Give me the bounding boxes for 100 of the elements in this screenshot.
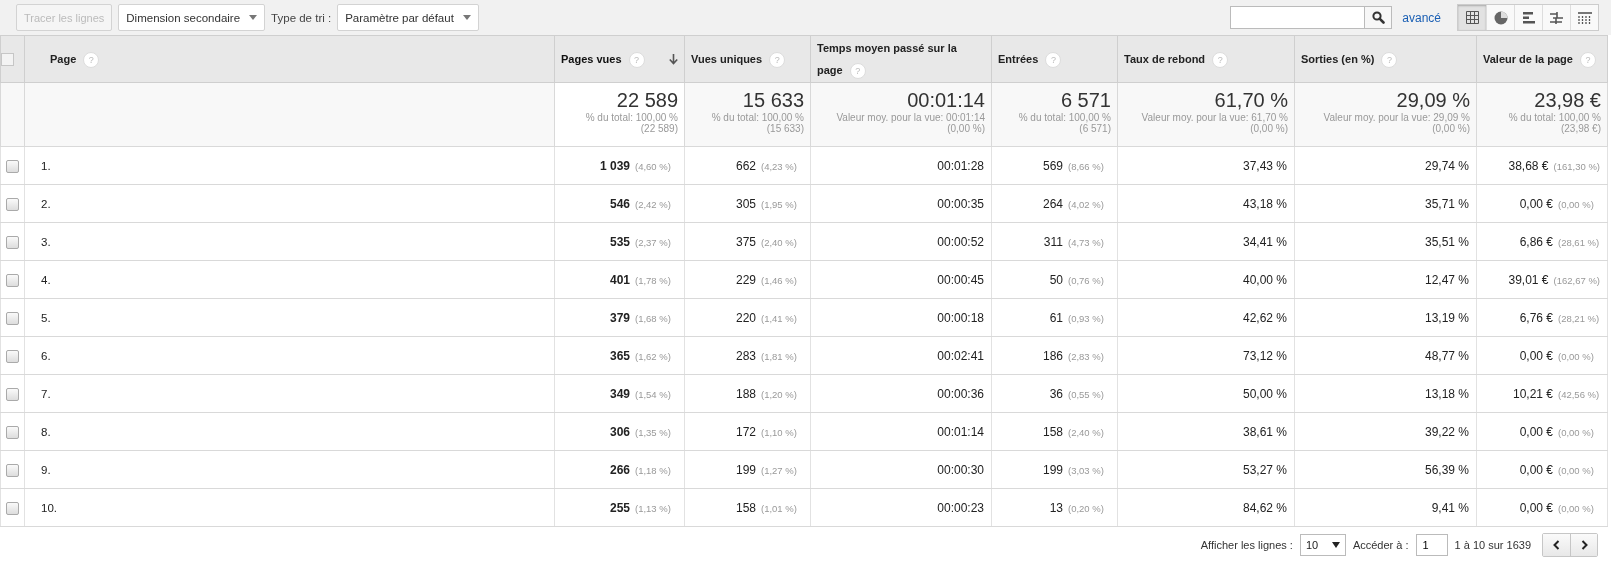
- row-checkbox[interactable]: [6, 349, 19, 363]
- row-number: 10.: [40, 501, 57, 514]
- caret-icon: [462, 15, 471, 20]
- table-cell: 61: [1049, 310, 1063, 325]
- share-percent: (0,00 %): [1558, 502, 1595, 514]
- share-percent: (1,13 %): [635, 502, 672, 514]
- share-percent: (1,27 %): [761, 464, 798, 476]
- total-note: (15 633): [765, 123, 804, 134]
- share-percent: (0,20 %): [1068, 502, 1105, 514]
- table-cell: 546: [609, 196, 630, 211]
- view-button[interactable]: [1570, 5, 1598, 30]
- table-cell: 13,18 %: [1424, 386, 1469, 401]
- table-cell: 306: [609, 424, 630, 439]
- row-checkbox[interactable]: [6, 197, 19, 211]
- table-cell: 401: [609, 272, 630, 287]
- row-checkbox[interactable]: [6, 273, 19, 287]
- share-percent: (0,00 %): [1558, 350, 1595, 362]
- table-cell: 84,62 %: [1242, 500, 1287, 515]
- total-note: Valeur moy. pour la vue: 00:01:14: [835, 112, 985, 123]
- select-all-checkbox[interactable]: [1, 52, 14, 66]
- table-cell: 158: [1042, 424, 1063, 439]
- share-percent: (2,40 %): [1068, 426, 1105, 438]
- secondary-dimension-dropdown[interactable]: Dimension secondaire: [118, 4, 266, 31]
- view-button[interactable]: [1458, 5, 1486, 30]
- share-percent: (28,21 %): [1558, 312, 1600, 324]
- table-cell: 13,19 %: [1424, 310, 1469, 325]
- share-percent: (4,60 %): [635, 160, 672, 172]
- total-note: Valeur moy. pour la vue: 29,09 %: [1322, 112, 1470, 123]
- total-note: (6 571): [1078, 123, 1111, 134]
- share-percent: (1,35 %): [635, 426, 672, 438]
- row-number: 2.: [40, 197, 51, 210]
- table-cell: 42,62 %: [1242, 310, 1287, 325]
- row-checkbox[interactable]: [6, 463, 19, 477]
- grid-icon: [1465, 11, 1479, 24]
- chevron-left-icon: [1553, 540, 1560, 550]
- row-checkbox[interactable]: [6, 387, 19, 401]
- table-cell: 365: [609, 348, 630, 363]
- share-percent: (8,66 %): [1068, 160, 1105, 172]
- row-checkbox[interactable]: [6, 159, 19, 173]
- table-cell: 6,86 €: [1519, 234, 1553, 249]
- search-field[interactable]: [1230, 6, 1365, 29]
- goto-field[interactable]: 1: [1415, 534, 1448, 556]
- table-cell: 53,27 %: [1242, 462, 1287, 477]
- table-cell: 9,41 %: [1431, 500, 1469, 515]
- total-value: 23,98 €: [1533, 89, 1601, 112]
- table-cell: 38,68 €: [1508, 158, 1549, 173]
- total-note: % du total: 100,00 %: [584, 112, 678, 123]
- table-cell: 662: [735, 158, 756, 173]
- previous-button[interactable]: [1543, 534, 1570, 556]
- table-cell: 158: [735, 500, 756, 515]
- total-value: 61,70 %: [1213, 89, 1288, 112]
- view-button[interactable]: [1514, 5, 1542, 30]
- table-cell: 00:00:35: [937, 196, 984, 211]
- share-percent: (28,61 %): [1558, 236, 1600, 248]
- table-cell: 188: [735, 386, 756, 401]
- row-checkbox[interactable]: [6, 501, 19, 515]
- table-cell: 39,22 %: [1424, 424, 1469, 439]
- sort-type-dropdown[interactable]: Paramètre par défaut: [337, 4, 479, 31]
- share-percent: (1,01 %): [761, 502, 798, 514]
- share-percent: (1,78 %): [635, 274, 672, 286]
- table-cell: 50,00 %: [1242, 386, 1287, 401]
- table-cell: 35,71 %: [1424, 196, 1469, 211]
- sort-type-label: Type de tri :: [271, 11, 332, 24]
- table-cell: 73,12 %: [1242, 348, 1287, 363]
- share-percent: (1,10 %): [761, 426, 798, 438]
- row-number: 1.: [40, 159, 51, 172]
- next-button[interactable]: [1570, 534, 1597, 556]
- table-cell: 10,21 €: [1512, 386, 1553, 401]
- search-button[interactable]: [1364, 6, 1393, 29]
- table-cell: 255: [609, 500, 630, 515]
- row-number: 9.: [40, 463, 51, 476]
- view-button[interactable]: [1542, 5, 1570, 30]
- search-icon: [1371, 11, 1385, 24]
- chevron-right-icon: [1580, 540, 1588, 550]
- advanced-link[interactable]: avancé: [1402, 10, 1441, 25]
- table-cell: 229: [735, 272, 756, 287]
- share-percent: (0,93 %): [1068, 312, 1105, 324]
- total-value: 00:01:14: [906, 89, 985, 112]
- table-cell: 00:00:23: [937, 500, 984, 515]
- share-percent: (162,67 %): [1553, 274, 1600, 286]
- bar-chart-icon: [1522, 11, 1535, 24]
- share-percent: (0,00 %): [1558, 198, 1595, 210]
- table-cell: 535: [609, 234, 630, 249]
- view-button[interactable]: [1486, 5, 1514, 30]
- table-cell: 379: [609, 310, 630, 325]
- rows-dropdown[interactable]: 10: [1299, 534, 1346, 556]
- row-number: 7.: [40, 387, 51, 400]
- table-cell: 1 039: [599, 158, 630, 173]
- sort-arrow-icon[interactable]: [669, 53, 678, 65]
- table-cell: 35,51 %: [1424, 234, 1469, 249]
- table-cell: 264: [1042, 196, 1063, 211]
- share-percent: (1,41 %): [761, 312, 798, 324]
- table-cell: 43,18 %: [1242, 196, 1287, 211]
- row-checkbox[interactable]: [6, 311, 19, 325]
- total-note: % du total: 100,00 %: [710, 112, 804, 123]
- table-cell: 00:01:14: [937, 424, 984, 439]
- row-checkbox[interactable]: [6, 235, 19, 249]
- table-cell: 199: [735, 462, 756, 477]
- share-percent: (3,03 %): [1068, 464, 1105, 476]
- row-checkbox[interactable]: [6, 425, 19, 439]
